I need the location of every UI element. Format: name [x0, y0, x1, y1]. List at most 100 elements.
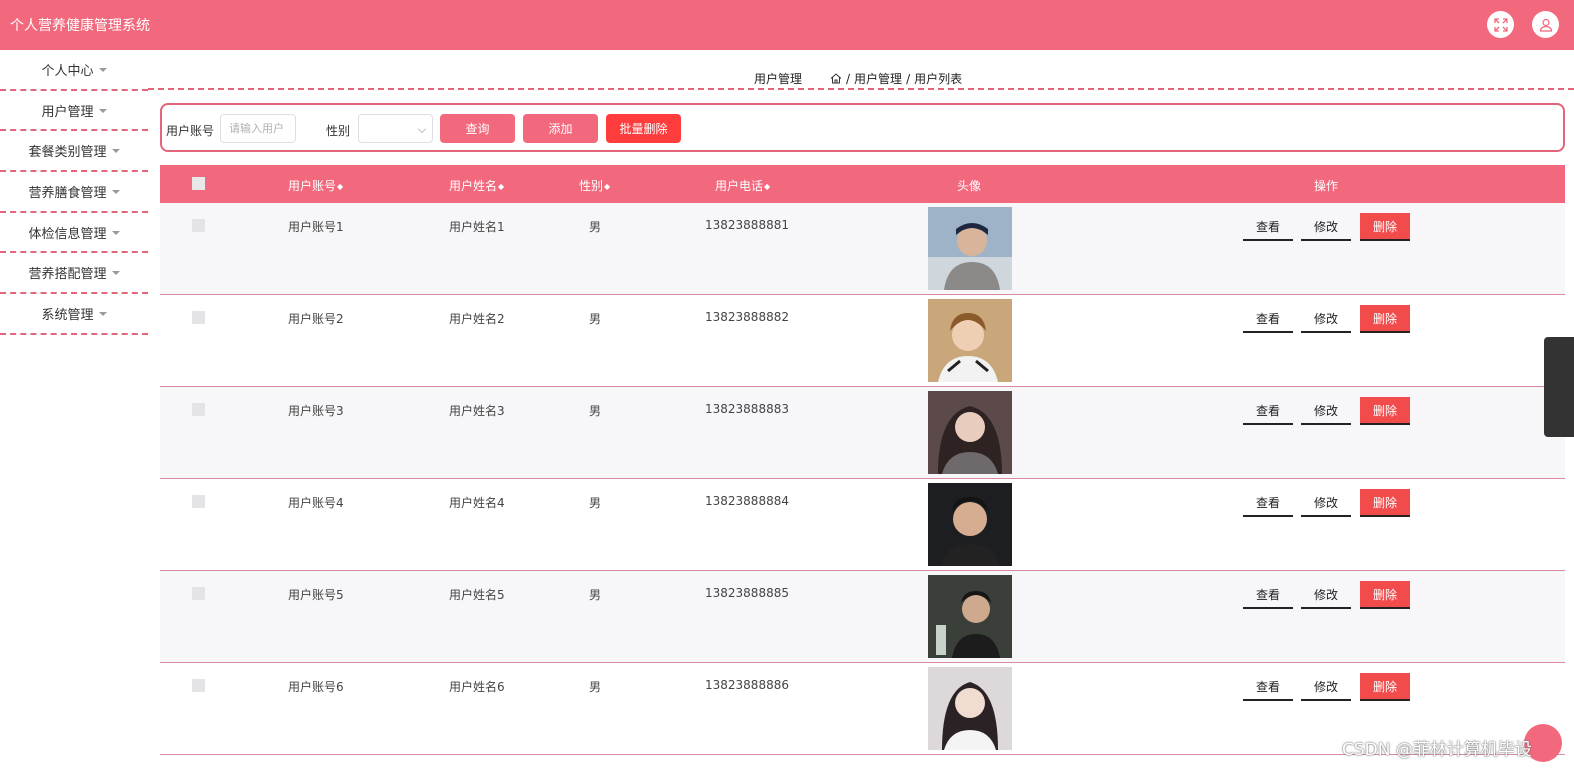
view-button[interactable]: 查看: [1243, 581, 1293, 609]
user-icon: [1539, 18, 1552, 32]
sidebar-item-system[interactable]: 系统管理: [0, 294, 148, 335]
sidebar-item-user-management[interactable]: 用户管理: [0, 91, 148, 132]
user-table: 用户账号◆ 用户姓名◆ 性别◆ 用户电话◆ 头像 操作 用户账号1 用户姓名1 …: [160, 165, 1565, 755]
delete-button[interactable]: 删除: [1360, 305, 1410, 333]
column-header-name[interactable]: 用户姓名◆: [449, 177, 504, 194]
avatar: [928, 299, 1012, 382]
cell-account: 用户账号4: [288, 496, 344, 510]
edit-button[interactable]: 修改: [1301, 581, 1351, 609]
cell-gender: 男: [589, 312, 602, 326]
sidebar-item-label: 用户管理: [41, 104, 94, 120]
sidebar-item-medical-exam[interactable]: 体检信息管理: [0, 213, 148, 254]
home-icon[interactable]: [830, 73, 842, 84]
delete-button[interactable]: 删除: [1360, 397, 1410, 425]
caret-down-icon: [98, 67, 107, 72]
account-search-input[interactable]: [220, 114, 296, 143]
row-checkbox[interactable]: [192, 311, 205, 324]
row-checkbox[interactable]: [192, 679, 205, 692]
cell-phone: 13823888885: [705, 586, 789, 600]
column-label: 用户电话: [715, 179, 764, 193]
gender-label: 性别: [326, 124, 351, 138]
caret-down-icon: [111, 271, 120, 276]
table-header: 用户账号◆ 用户姓名◆ 性别◆ 用户电话◆ 头像 操作: [160, 165, 1565, 203]
breadcrumb-separator: /: [846, 71, 851, 86]
table-row: 用户账号4 用户姓名4 男 13823888884 查看 修改 删除: [160, 479, 1565, 571]
column-header-phone[interactable]: 用户电话◆: [715, 177, 770, 194]
cell-account: 用户账号3: [288, 404, 344, 418]
column-header-account[interactable]: 用户账号◆: [288, 177, 343, 194]
column-label: 用户账号: [288, 179, 337, 193]
sidebar-item-nutrition-diet[interactable]: 营养膳食管理: [0, 172, 148, 213]
cell-phone: 13823888886: [705, 678, 789, 692]
view-button[interactable]: 查看: [1243, 673, 1293, 701]
breadcrumb-bar: 用户管理 / 用户管理 / 用户列表: [148, 50, 1574, 90]
sidebar-item-personal-center[interactable]: 个人中心: [0, 50, 148, 91]
bulk-delete-button[interactable]: 批量删除: [606, 114, 681, 143]
cell-phone: 13823888882: [705, 310, 789, 324]
view-button[interactable]: 查看: [1243, 305, 1293, 333]
column-header-avatar: 头像: [957, 179, 982, 193]
table-row: 用户账号3 用户姓名3 男 13823888883 查看 修改 删除: [160, 387, 1565, 479]
search-panel: 用户账号 性别 查询 添加 批量删除: [160, 103, 1565, 152]
cell-name: 用户姓名4: [449, 496, 505, 510]
view-button[interactable]: 查看: [1243, 213, 1293, 241]
watermark: CSDN @菲林计算机毕设: [1342, 740, 1532, 760]
collapse-side-tab[interactable]: [1544, 337, 1574, 437]
fullscreen-button[interactable]: [1487, 11, 1514, 38]
cell-account: 用户账号1: [288, 220, 344, 234]
edit-button[interactable]: 修改: [1301, 213, 1351, 241]
delete-button[interactable]: 删除: [1360, 213, 1410, 241]
cell-account: 用户账号2: [288, 312, 344, 326]
account-label: 用户账号: [166, 124, 215, 138]
column-label: 用户姓名: [449, 179, 498, 193]
caret-down-icon: [111, 189, 120, 194]
avatar: [928, 207, 1012, 290]
row-checkbox[interactable]: [192, 495, 205, 508]
avatar: [928, 483, 1012, 566]
edit-button[interactable]: 修改: [1301, 489, 1351, 517]
row-checkbox[interactable]: [192, 219, 205, 232]
delete-button[interactable]: 删除: [1360, 581, 1410, 609]
gender-select[interactable]: [358, 114, 433, 143]
add-button[interactable]: 添加: [523, 114, 598, 143]
cell-phone: 13823888884: [705, 494, 789, 508]
cell-gender: 男: [589, 496, 602, 510]
sort-icon: ◆: [604, 182, 611, 191]
table-row: 用户账号5 用户姓名5 男 13823888885 查看 修改 删除: [160, 571, 1565, 663]
select-all-checkbox[interactable]: [192, 177, 205, 190]
table-row: 用户账号2 用户姓名2 男 13823888882 查看 修改 删除: [160, 295, 1565, 387]
delete-button[interactable]: 删除: [1360, 673, 1410, 701]
sidebar-item-nutrition-match[interactable]: 营养搭配管理: [0, 253, 148, 295]
sort-icon: ◆: [337, 182, 344, 191]
caret-down-icon: [111, 230, 120, 235]
cell-phone: 13823888883: [705, 402, 789, 416]
cell-name: 用户姓名5: [449, 588, 505, 602]
view-button[interactable]: 查看: [1243, 397, 1293, 425]
cell-gender: 男: [589, 404, 602, 418]
expand-icon: [1493, 17, 1508, 32]
app-title: 个人营养健康管理系统: [10, 18, 150, 34]
avatar: [928, 391, 1012, 474]
breadcrumb-item[interactable]: 用户管理: [854, 70, 902, 87]
cell-phone: 13823888881: [705, 218, 789, 232]
avatar: [928, 667, 1012, 750]
query-button[interactable]: 查询: [440, 114, 515, 143]
delete-button[interactable]: 删除: [1360, 489, 1410, 517]
edit-button[interactable]: 修改: [1301, 397, 1351, 425]
table-row: 用户账号1 用户姓名1 男 13823888881 查看 修改 删除: [160, 203, 1565, 295]
sidebar-item-package-category[interactable]: 套餐类别管理: [0, 131, 148, 173]
view-button[interactable]: 查看: [1243, 489, 1293, 517]
edit-button[interactable]: 修改: [1301, 673, 1351, 701]
user-menu-button[interactable]: [1532, 11, 1559, 38]
caret-down-icon: [111, 149, 120, 154]
row-checkbox[interactable]: [192, 403, 205, 416]
cell-name: 用户姓名3: [449, 404, 505, 418]
chevron-down-icon: [417, 124, 427, 134]
sort-icon: ◆: [764, 182, 771, 191]
cell-gender: 男: [589, 588, 602, 602]
caret-down-icon: [98, 311, 107, 316]
column-header-gender[interactable]: 性别◆: [579, 177, 610, 194]
sidebar: 个人中心 用户管理 套餐类别管理 营养膳食管理 体检信息管理 营养搭配管理 系统…: [0, 50, 148, 335]
edit-button[interactable]: 修改: [1301, 305, 1351, 333]
row-checkbox[interactable]: [192, 587, 205, 600]
